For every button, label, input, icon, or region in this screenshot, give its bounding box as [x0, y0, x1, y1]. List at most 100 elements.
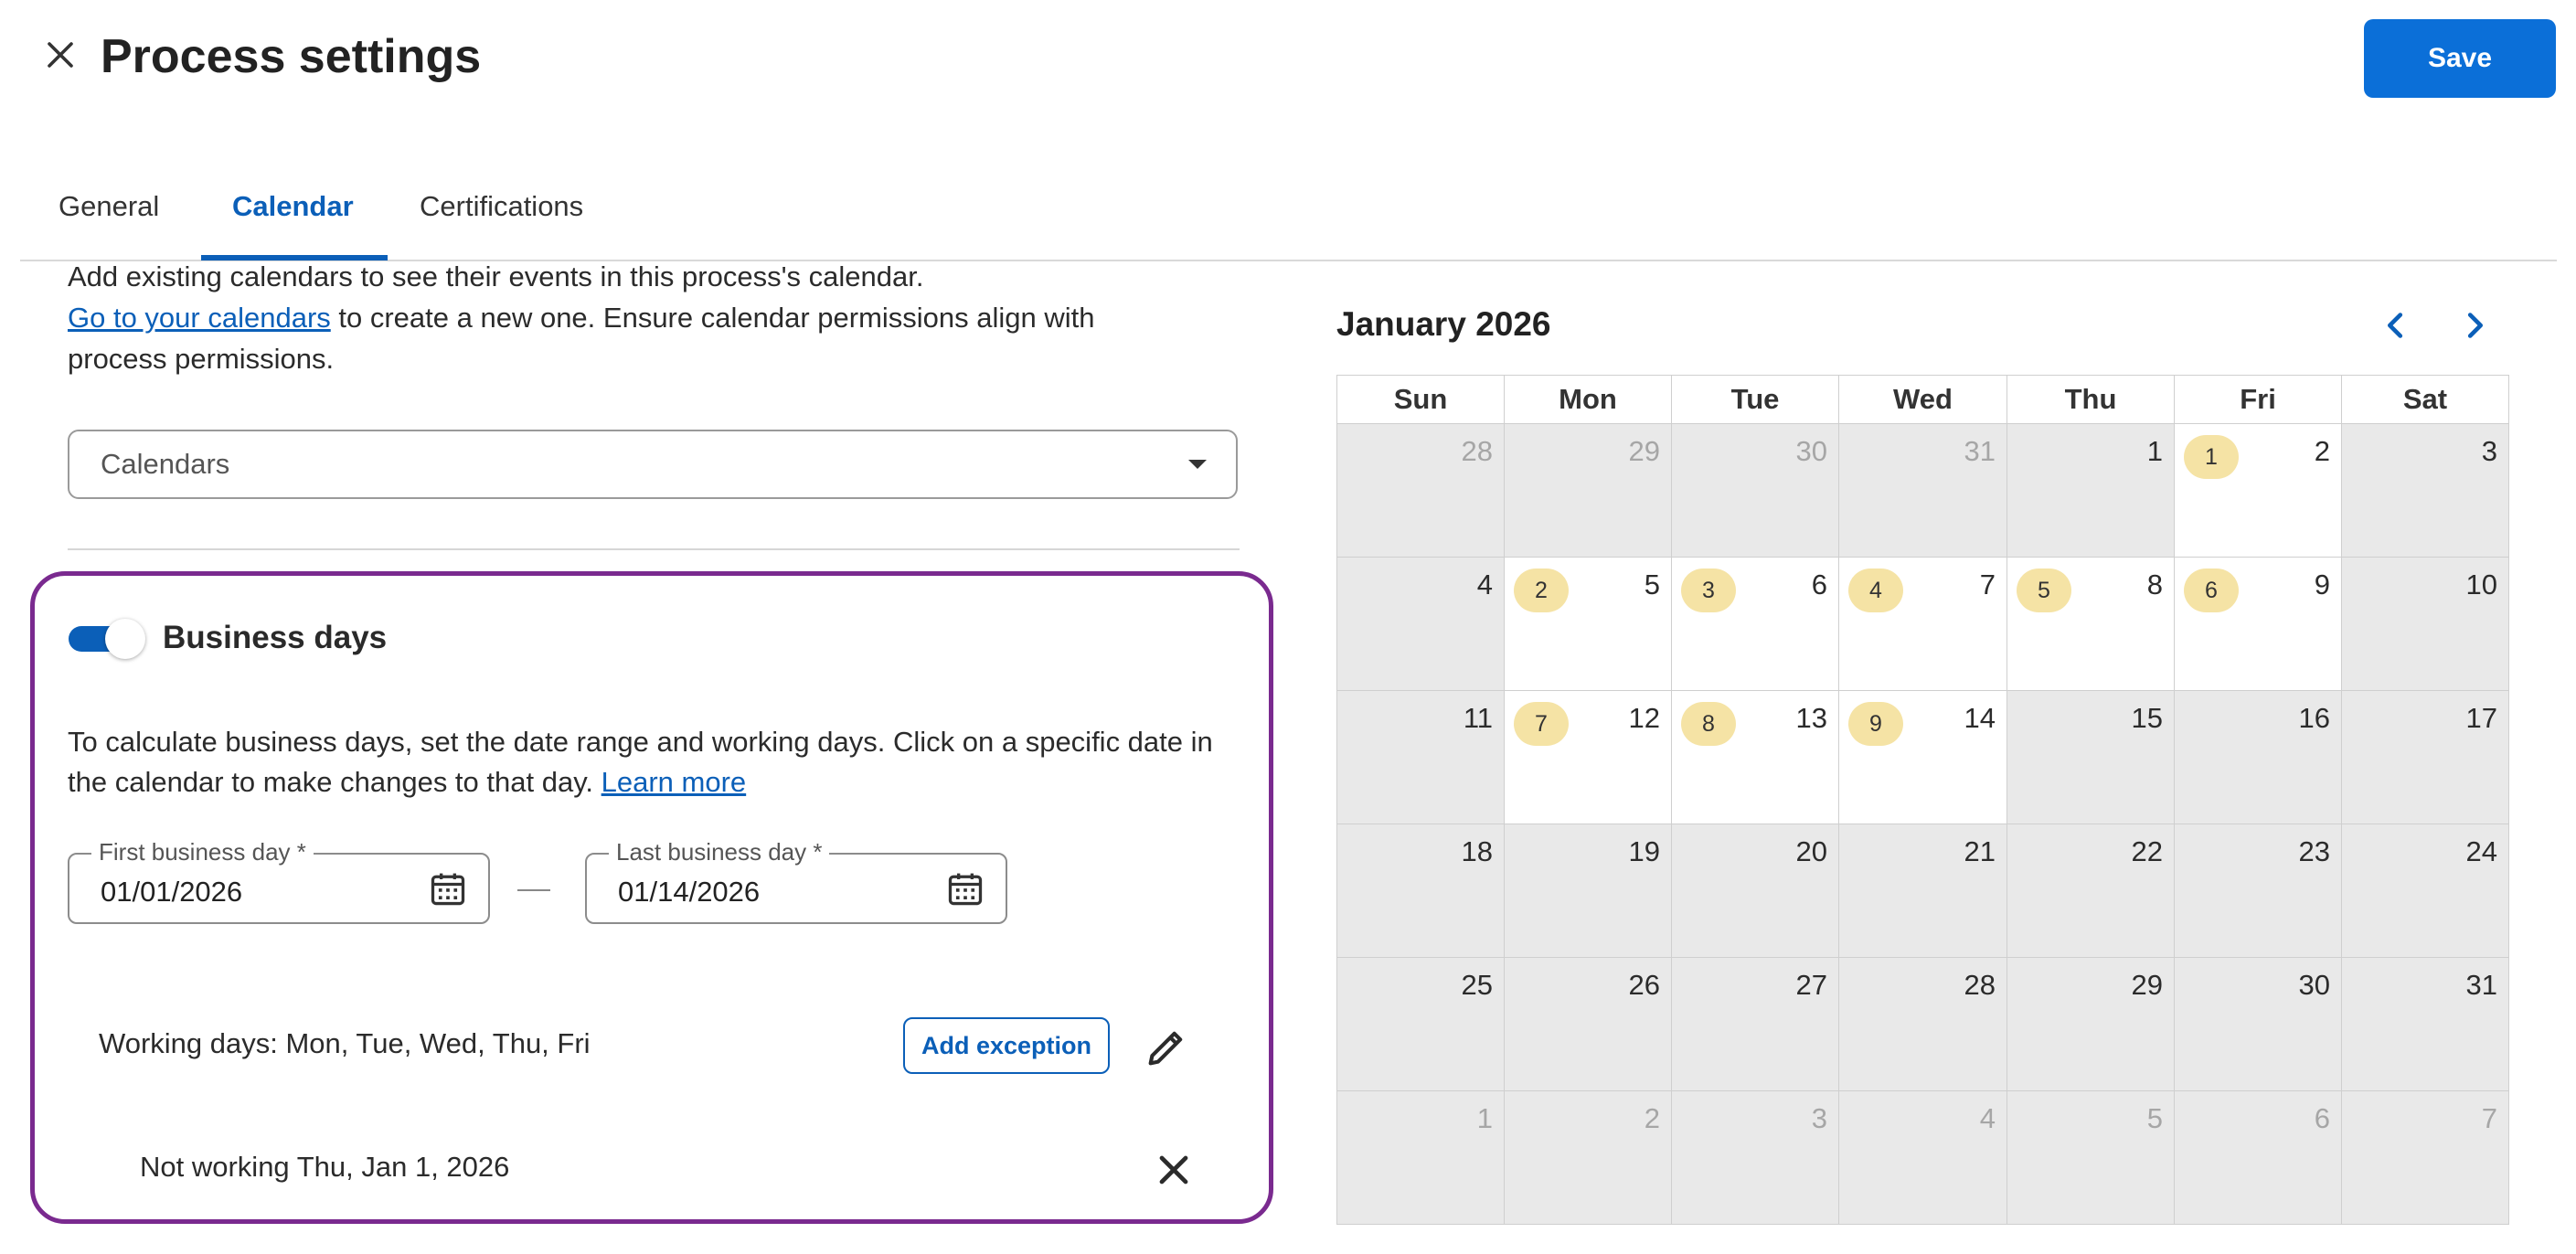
calendar-day-cell[interactable]: 5 [2007, 1090, 2175, 1225]
business-day-count-badge: 2 [1514, 569, 1569, 612]
chevron-left-icon [2387, 313, 2403, 338]
tab-general[interactable]: General [59, 183, 159, 230]
chevron-right-icon [2467, 313, 2484, 338]
calendar-day-cell[interactable]: 52 [1504, 557, 1672, 691]
calendar-day-cell[interactable]: 29 [1504, 423, 1672, 558]
calendar-month-label: January 2026 [1336, 305, 1551, 343]
first-business-day-field[interactable]: First business day * 01/01/2026 [68, 836, 490, 924]
calendar-day-cell[interactable]: 10 [2341, 557, 2509, 691]
calendar-day-cell[interactable]: 28 [1336, 423, 1505, 558]
previous-month-button[interactable] [2375, 304, 2417, 346]
calendar-day-cell[interactable]: 6 [2174, 1090, 2342, 1225]
save-button[interactable]: Save [2364, 19, 2556, 98]
calendar-day-number: 16 [2298, 702, 2330, 734]
weekday-header-tue: Tue [1671, 375, 1839, 424]
calendar-day-number: 6 [1811, 569, 1827, 600]
calendar-day-cell[interactable]: 29 [2007, 957, 2175, 1091]
calendar-day-number: 4 [1476, 569, 1493, 600]
calendar-day-cell[interactable]: 4 [1336, 557, 1505, 691]
calendar-day-number: 10 [2465, 569, 2497, 600]
last-business-day-value[interactable]: 01/14/2026 [618, 875, 760, 909]
calendar-day-cell[interactable]: 4 [1838, 1090, 2007, 1225]
calendars-select[interactable]: Calendars [68, 430, 1238, 499]
calendar-day-cell[interactable]: 21 [2174, 423, 2342, 558]
calendar-day-cell[interactable]: 19 [1504, 824, 1672, 958]
calendar-day-number: 24 [2465, 835, 2497, 867]
calendar-day-cell[interactable]: 15 [2007, 690, 2175, 824]
calendar-icon[interactable] [428, 869, 468, 909]
calendar-day-cell[interactable]: 11 [1336, 690, 1505, 824]
calendar-day-number: 7 [1979, 569, 1996, 600]
calendar-day-cell[interactable]: 27 [1671, 957, 1839, 1091]
calendar-day-cell[interactable]: 63 [1671, 557, 1839, 691]
business-day-count-badge: 6 [2184, 569, 2239, 612]
calendar-weeks: 28 29 30 31 1 2 1 3 4 5 2 6 3 7 4 8 5 9 6 10 11 12 7 13 8 14 9 15 16… [1336, 423, 2509, 1225]
calendar-day-cell[interactable]: 17 [2341, 690, 2509, 824]
calendar-day-number: 30 [1795, 435, 1827, 467]
calendar-day-number: 11 [1463, 702, 1493, 734]
calendar-day-cell[interactable]: 24 [2341, 824, 2509, 958]
calendar-day-number: 22 [2131, 835, 2163, 867]
calendar-day-number: 1 [1476, 1102, 1493, 1134]
business-day-count-badge: 5 [2017, 569, 2071, 612]
calendar-day-cell[interactable]: 2 [1504, 1090, 1672, 1225]
calendar-day-number: 2 [2314, 435, 2330, 467]
calendar-day-cell[interactable]: 14 9 [1838, 690, 2007, 824]
last-business-day-field[interactable]: Last business day * 01/14/2026 [585, 836, 1007, 924]
intro-text-1: Add existing calendars to see their even… [68, 260, 924, 292]
calendar-day-number: 5 [1644, 569, 1660, 600]
calendar-day-cell[interactable]: 1 [1336, 1090, 1505, 1225]
calendar-day-cell[interactable]: 7 [2341, 1090, 2509, 1225]
tab-calendar[interactable]: Calendar [232, 183, 354, 230]
calendar-day-cell[interactable]: 96 [2174, 557, 2342, 691]
business-day-count-badge: 3 [1681, 569, 1736, 612]
calendar-day-cell[interactable]: 21 [1838, 824, 2007, 958]
calendar-icon[interactable] [945, 869, 985, 909]
calendar-day-number: 14 [1964, 702, 1996, 734]
calendar-day-cell[interactable]: 3 [2341, 423, 2509, 558]
calendar-day-number: 7 [2481, 1102, 2497, 1134]
calendar-day-number: 29 [1628, 435, 1660, 467]
calendars-intro: Add existing calendars to see their even… [68, 256, 1183, 379]
calendar-day-cell[interactable]: 25 [1336, 957, 1505, 1091]
business-day-count-badge: 8 [1681, 702, 1736, 746]
calendar-day-cell[interactable]: 85 [2007, 557, 2175, 691]
calendar-day-cell[interactable]: 30 [1671, 423, 1839, 558]
calendar-day-cell[interactable]: 26 [1504, 957, 1672, 1091]
calendar-day-number: 27 [1795, 969, 1827, 1001]
calendar-day-cell[interactable]: 23 [2174, 824, 2342, 958]
calendar-day-cell[interactable]: 31 [1838, 423, 2007, 558]
business-days-toggle[interactable] [69, 619, 147, 659]
calendar-day-cell[interactable]: 22 [2007, 824, 2175, 958]
go-to-calendars-link[interactable]: Go to your calendars [68, 302, 331, 334]
learn-more-link[interactable]: Learn more [601, 766, 747, 798]
intro-text-2: to create a new one. Ensure calendar per… [330, 302, 1095, 334]
close-button[interactable] [33, 27, 88, 82]
business-days-title: Business days [163, 620, 388, 655]
add-exception-button[interactable]: Add exception [903, 1017, 1110, 1074]
section-divider [68, 548, 1240, 550]
pencil-icon[interactable] [1143, 1024, 1190, 1071]
weekday-header-thu: Thu [2007, 375, 2175, 424]
calendar-day-cell[interactable]: 74 [1838, 557, 2007, 691]
calendar-day-number: 12 [1628, 702, 1660, 734]
remove-exception-button[interactable] [1150, 1146, 1198, 1194]
calendar-day-cell[interactable]: 3 [1671, 1090, 1839, 1225]
toggle-knob [105, 619, 145, 659]
calendars-select-value: Calendars [101, 448, 230, 480]
tab-certifications[interactable]: Certifications [420, 183, 583, 230]
calendar-day-cell[interactable]: 16 [2174, 690, 2342, 824]
calendar-day-cell[interactable]: 31 [2341, 957, 2509, 1091]
first-business-day-value[interactable]: 01/01/2026 [101, 875, 242, 909]
calendar-day-cell[interactable]: 13 8 [1671, 690, 1839, 824]
calendar-day-cell[interactable]: 18 [1336, 824, 1505, 958]
intro-text-3: process permissions. [68, 343, 335, 375]
calendar-day-cell[interactable]: 12 7 [1504, 690, 1672, 824]
calendar-day-cell[interactable]: 30 [2174, 957, 2342, 1091]
calendar-day-number: 30 [2298, 969, 2330, 1001]
next-month-button[interactable] [2454, 304, 2496, 346]
business-day-count-badge: 1 [2184, 435, 2239, 479]
calendar-day-cell[interactable]: 28 [1838, 957, 2007, 1091]
calendar-day-cell[interactable]: 20 [1671, 824, 1839, 958]
calendar-day-cell[interactable]: 1 [2007, 423, 2175, 558]
